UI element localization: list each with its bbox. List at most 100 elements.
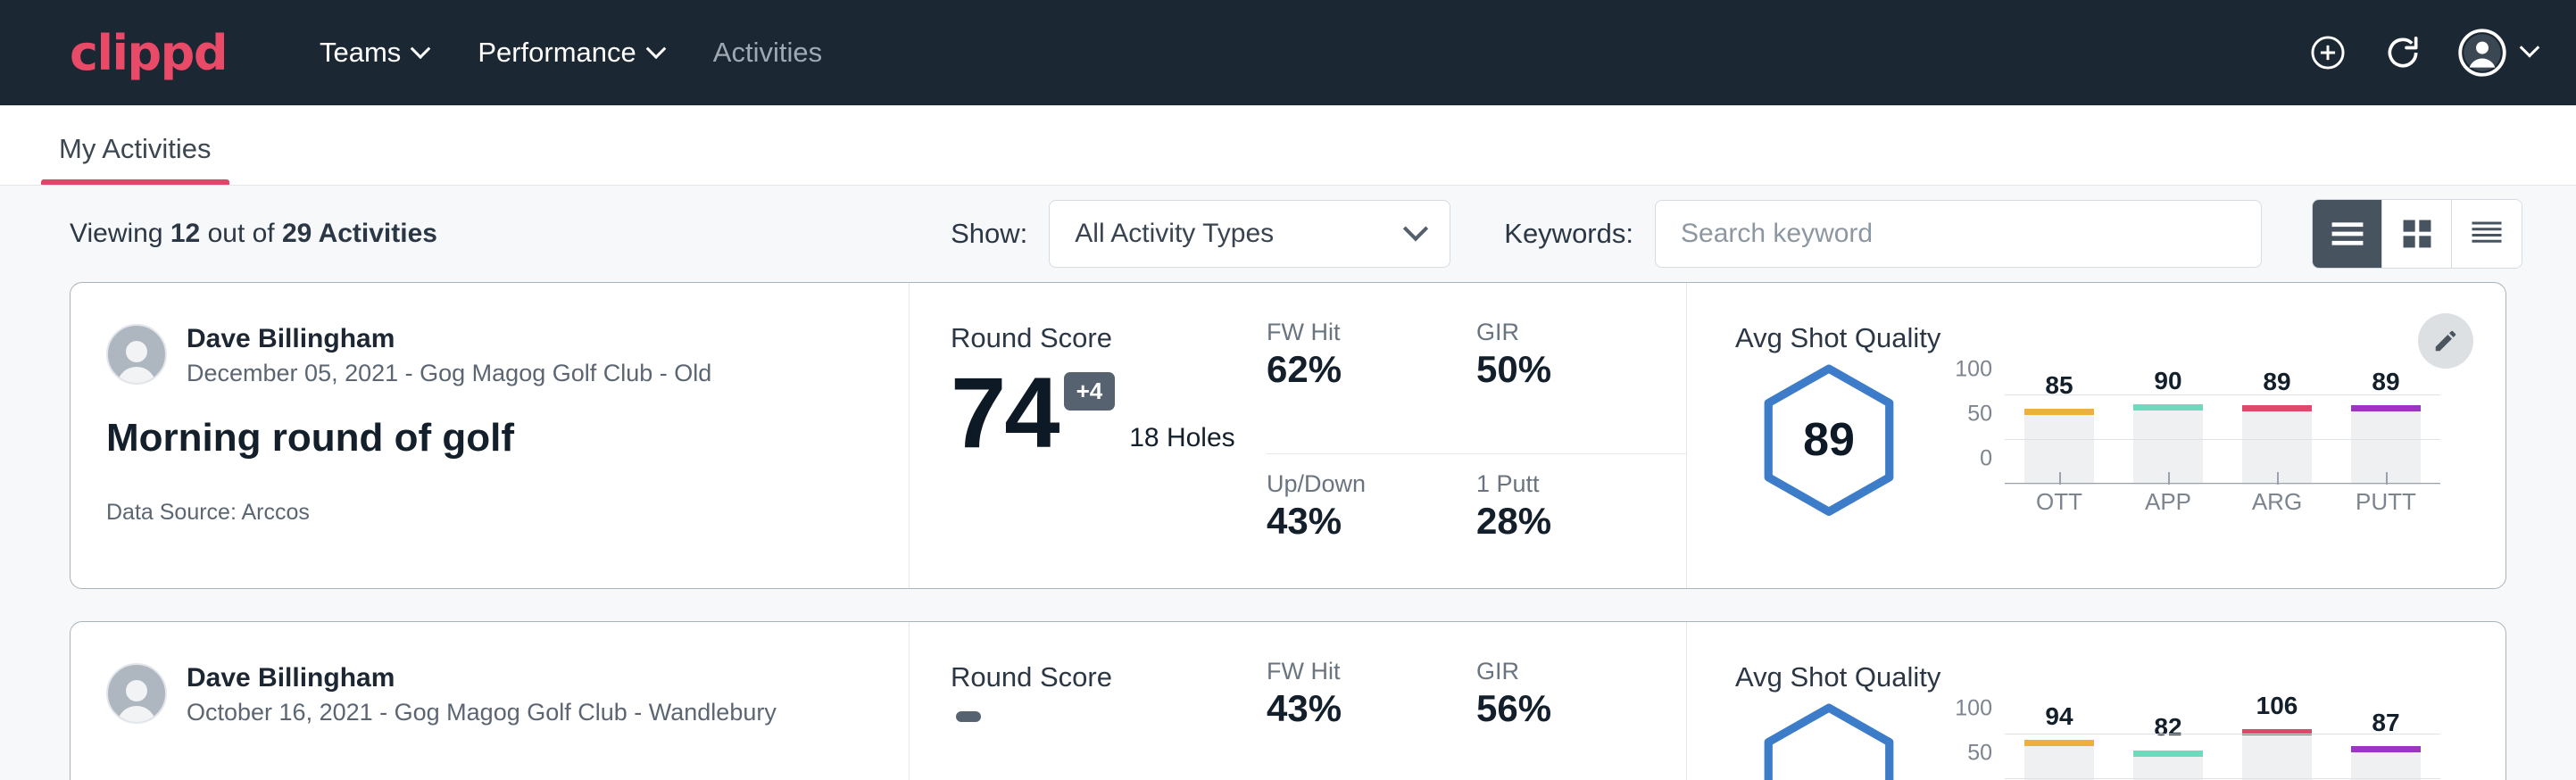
stat-label: GIR (1476, 658, 1659, 685)
viewing-total: 29 (282, 219, 312, 248)
chart-bar-cap (2133, 404, 2203, 411)
filter-controls: Show: All Activity Types Keywords: Searc… (951, 199, 2522, 269)
show-label: Show: (951, 218, 1027, 250)
activity-card[interactable]: Dave Billingham October 16, 2021 - Gog M… (70, 621, 2506, 780)
avg-shot-quality-column: Avg Shot Quality 948210687 100500 OTTAPP… (1686, 622, 2505, 780)
quality-hexagon-badge (1760, 702, 1898, 780)
chart-y-tick-label: 50 (1967, 402, 1992, 427)
viewing-count-text: Viewing 12 out of 29 Activities (70, 219, 437, 249)
chart-bars: 85 90 89 89 (2005, 386, 2440, 485)
activity-info-column: Dave Billingham October 16, 2021 - Gog M… (71, 622, 910, 780)
nav-actions (2308, 29, 2537, 77)
grid-view-button[interactable] (2382, 200, 2452, 268)
search-input[interactable]: Search keyword (1655, 200, 2262, 268)
top-navigation-bar: clippd Teams Performance Activities (0, 0, 2576, 105)
chart-plot-area: 948210687 100500 (2005, 726, 2440, 780)
list-view-button[interactable] (2313, 200, 2382, 268)
round-score-label: Round Score (951, 661, 1267, 693)
nav-item-teams[interactable]: Teams (295, 26, 453, 79)
chart-bar: 90 (2133, 386, 2203, 485)
round-score-column: Round Score (910, 622, 1267, 780)
status-badge (956, 711, 981, 722)
chart-y-tick-label: 50 (1967, 741, 1992, 767)
round-score-row: 74 +4 18 Holes (951, 367, 1267, 459)
chart-bar: 89 (2351, 386, 2421, 485)
round-holes: 18 Holes (1129, 423, 1234, 459)
chart-x-tick-label: ARG (2242, 488, 2312, 516)
stat-label: 1 Putt (1476, 470, 1659, 498)
stat-fw-hit: FW Hit 43% (1267, 658, 1476, 780)
hexagon-icon (1760, 702, 1898, 780)
chart-bar-value: 82 (2133, 713, 2203, 742)
tab-bar: My Activities (0, 105, 2576, 186)
chart-bar-cap (2351, 746, 2421, 752)
chart-bar-value: 106 (2242, 692, 2312, 720)
chevron-down-icon (2520, 37, 2540, 58)
avatar (106, 663, 167, 724)
chevron-down-icon (411, 38, 431, 59)
avg-shot-quality-column: Avg Shot Quality 89 85908989 100500 OTTA… (1686, 283, 2505, 588)
refresh-icon[interactable] (2383, 33, 2422, 72)
keywords-label: Keywords: (1504, 218, 1633, 250)
activity-info-column: Dave Billingham December 05, 2021 - Gog … (71, 283, 910, 588)
chevron-down-icon (645, 38, 666, 59)
nav-item-performance[interactable]: Performance (453, 26, 687, 79)
activity-user-row: Dave Billingham December 05, 2021 - Gog … (106, 322, 909, 387)
stat-label: GIR (1476, 319, 1659, 346)
activity-card[interactable]: Dave Billingham December 05, 2021 - Gog … (70, 282, 2506, 589)
round-score-row (951, 706, 1267, 722)
viewing-suffix: Activities (312, 219, 437, 248)
edit-activity-button[interactable] (2418, 313, 2473, 369)
chart-bar-fill (2351, 746, 2421, 780)
nav-item-activities[interactable]: Activities (688, 26, 847, 79)
chart-gridline (2005, 439, 2440, 440)
chart-bar-cap (2133, 751, 2203, 757)
chart-x-tick-label: OTT (2024, 488, 2094, 516)
filter-bar: Viewing 12 out of 29 Activities Show: Al… (0, 186, 2576, 282)
activity-datasource: Data Source: Arccos (106, 500, 909, 526)
app-logo[interactable]: clippd (70, 25, 227, 81)
stat-value: 43% (1267, 500, 1450, 543)
chart-bar: 85 (2024, 386, 2094, 485)
nav-item-teams-label: Teams (320, 37, 401, 69)
activity-user-name: Dave Billingham (187, 322, 711, 356)
chart-bar: 89 (2242, 386, 2312, 485)
avg-shot-quality-label: Avg Shot Quality (1735, 322, 2505, 354)
compact-view-button[interactable] (2452, 200, 2522, 268)
round-score-label: Round Score (951, 322, 1267, 354)
round-score-column: Round Score 74 +4 18 Holes (910, 283, 1267, 588)
tab-my-activities[interactable]: My Activities (41, 133, 229, 185)
avatar (106, 324, 167, 385)
stat-value: 28% (1476, 500, 1659, 543)
chart-x-tick-labels: OTT APP ARG PUTT (2005, 488, 2440, 516)
avg-shot-quality-body: 948210687 100500 OTTAPPARGPUTT (1735, 702, 2505, 780)
account-avatar-icon[interactable] (2458, 29, 2537, 77)
round-stats-column: FW Hit 62% GIR 50% Up/Down 43% 1 Putt 28… (1267, 283, 1686, 588)
activity-meta: December 05, 2021 - Gog Magog Golf Club … (187, 360, 711, 387)
chart-x-tick-label: APP (2133, 488, 2203, 516)
round-score-value: 74 (951, 367, 1059, 459)
view-mode-toggle (2312, 199, 2522, 269)
status-badge: +4 (1064, 372, 1116, 411)
tab-my-activities-label: My Activities (59, 133, 212, 164)
stat-up-down: Up/Down 43% (1267, 454, 1476, 589)
stat-value: 50% (1476, 348, 1659, 391)
viewing-count: 12 (170, 219, 200, 248)
nav-item-performance-label: Performance (478, 37, 636, 69)
chart-plot-area: 85908989 100500 (2005, 386, 2440, 485)
chart-bar-fill (2024, 740, 2094, 780)
avg-shot-quality-body: 89 85908989 100500 OTTAPPARGPUTT (1735, 363, 2505, 533)
quality-hexagon-badge: 89 (1760, 363, 1898, 517)
stat-value: 62% (1267, 348, 1450, 391)
chart-x-tick-label: PUTT (2351, 488, 2421, 516)
add-circle-icon[interactable] (2308, 33, 2347, 72)
stat-gir: GIR 50% (1476, 319, 1686, 454)
activity-type-select[interactable]: All Activity Types (1049, 200, 1450, 268)
chart-y-tick-label: 100 (1955, 696, 1992, 722)
stat-value: 43% (1267, 687, 1450, 730)
shot-quality-bar-chart: 948210687 100500 OTTAPPARGPUTT (1940, 702, 2440, 780)
chart-bar-value: 85 (2024, 371, 2094, 400)
stat-gir: GIR 56% (1476, 658, 1686, 780)
chart-y-tick-label: 0 (1980, 446, 1992, 472)
chart-bar-cap (2351, 405, 2421, 411)
